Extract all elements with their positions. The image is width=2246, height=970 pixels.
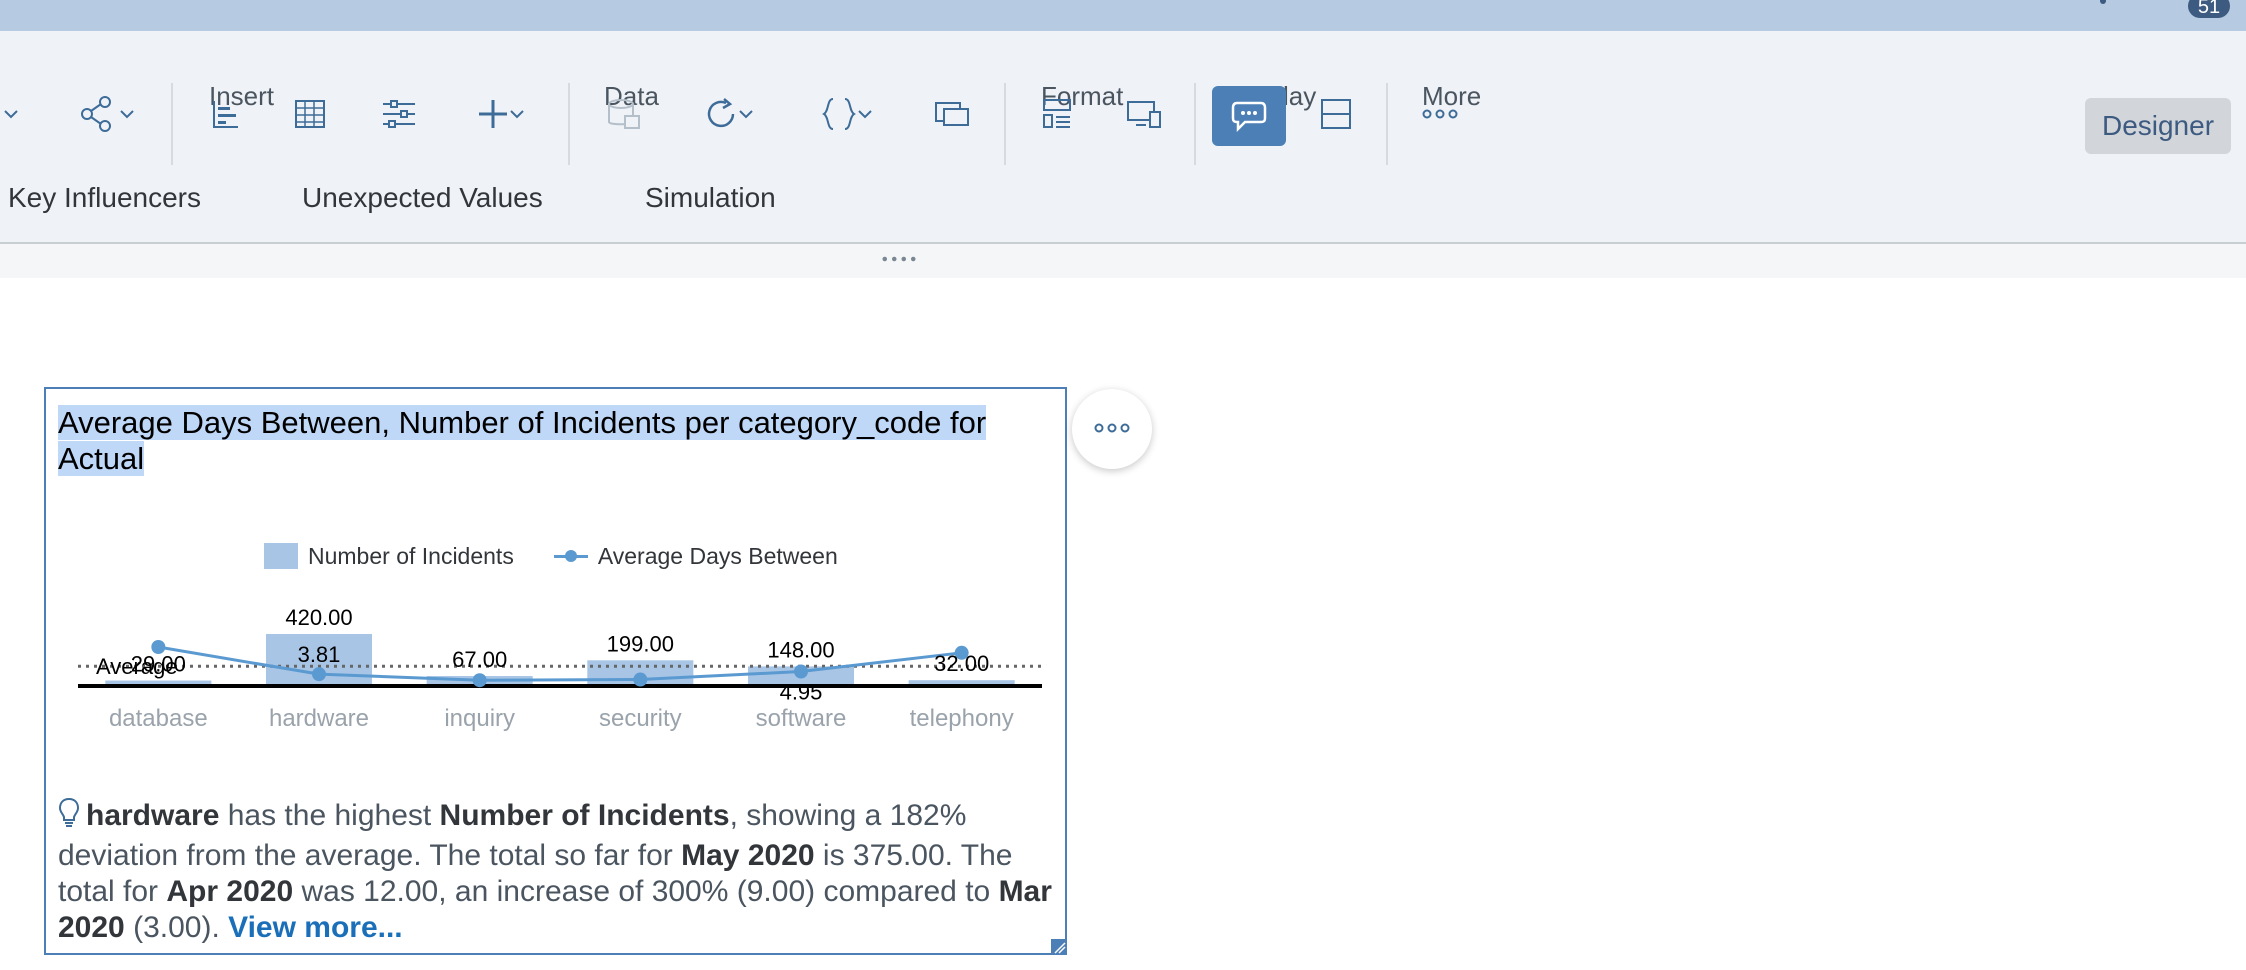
linked-analysis-button[interactable] xyxy=(932,79,972,149)
insert-chart-button[interactable] xyxy=(206,79,246,149)
legend-item-avg-days[interactable]: Average Days Between xyxy=(598,543,838,570)
smart-insight: hardware has the highest Number of Incid… xyxy=(58,797,1058,946)
line-value-label: 4.95 xyxy=(780,680,823,705)
insight-period: Apr 2020 xyxy=(166,875,294,908)
add-button[interactable] xyxy=(466,79,536,149)
bar-value-label: 199.00 xyxy=(607,631,674,656)
insert-table-button[interactable] xyxy=(290,79,330,149)
styling-button[interactable] xyxy=(1040,79,1074,149)
category-label: hardware xyxy=(269,705,369,732)
category-label: software xyxy=(756,705,847,732)
data-source-icon xyxy=(607,98,641,130)
formula-icon xyxy=(821,97,857,131)
insight-period: May 2020 xyxy=(681,839,815,872)
tab-key-influencers[interactable]: Key Influencers xyxy=(8,182,201,214)
more-button[interactable] xyxy=(1420,79,1460,149)
layout-button[interactable] xyxy=(1318,79,1354,149)
insight-subject: hardware xyxy=(86,799,220,832)
chevron-down-icon xyxy=(738,108,754,120)
chart-legend: Number of Incidents Average Days Between xyxy=(264,541,838,571)
chevron-down-icon xyxy=(119,108,135,120)
bar-value-label: 148.00 xyxy=(767,637,834,662)
legend-line-swatch xyxy=(553,543,588,569)
chevron-down-icon xyxy=(857,108,873,120)
line-value-label: 3.81 xyxy=(298,642,341,667)
refresh-icon xyxy=(704,97,738,131)
more-icon xyxy=(1422,109,1458,119)
line-point-hardware[interactable] xyxy=(312,667,326,682)
responsive-icon xyxy=(1126,99,1162,129)
insight-measure: Number of Incidents xyxy=(439,799,730,832)
drag-handle-icon[interactable] xyxy=(880,256,918,262)
share-icon xyxy=(79,96,119,132)
shell-indicator xyxy=(2100,0,2106,4)
bar-value-label: 32.00 xyxy=(934,651,989,676)
widget-more-button[interactable] xyxy=(1072,389,1152,469)
chart-widget[interactable]: Average Days Between, Number of Incident… xyxy=(44,387,1067,955)
view-more-link[interactable]: View more... xyxy=(228,911,403,944)
designer-button[interactable]: Designer xyxy=(2085,98,2231,154)
category-label: security xyxy=(599,705,682,732)
share-button[interactable] xyxy=(70,79,144,149)
separator xyxy=(1386,83,1388,165)
styling-icon xyxy=(1042,98,1072,130)
chevron-down-icon xyxy=(509,108,525,120)
comment-icon xyxy=(1231,100,1267,132)
table-icon xyxy=(294,99,326,129)
insight-text: has the highest xyxy=(219,799,440,832)
layout-icon xyxy=(1320,98,1352,130)
add-icon xyxy=(477,98,509,130)
legend-item-incidents[interactable]: Number of Incidents xyxy=(308,543,514,570)
separator xyxy=(568,83,570,165)
lightbulb-icon xyxy=(58,797,80,838)
refresh-button[interactable] xyxy=(694,79,764,149)
category-label: telephony xyxy=(910,705,1014,732)
bar-chart-icon xyxy=(211,99,241,129)
chart-title[interactable]: Average Days Between, Number of Incident… xyxy=(58,405,988,477)
formula-button[interactable] xyxy=(812,79,882,149)
bar-value-label: 420.00 xyxy=(285,605,352,630)
category-label: database xyxy=(109,705,208,732)
comment-button[interactable] xyxy=(1212,86,1286,146)
combo-chart: 29.00420.003.81 67.00199.00 148.004.9532.0… xyxy=(78,605,1042,732)
insert-input-control-button[interactable] xyxy=(378,79,420,149)
input-control-icon xyxy=(381,99,417,129)
toolbar: Insert Data Format Display More xyxy=(0,31,2246,242)
bar-telephony[interactable] xyxy=(908,680,1015,684)
line-point-security[interactable] xyxy=(633,672,648,687)
category-label: inquiry xyxy=(444,705,515,732)
legend-bar-swatch xyxy=(264,543,298,569)
insight-text: (3.00). xyxy=(124,911,229,944)
shell-bar: 51 xyxy=(0,0,2246,31)
insight-text: was 12.00, an increase of 300% (9.00) co… xyxy=(293,875,999,908)
chevron-down-icon[interactable] xyxy=(0,79,22,149)
separator xyxy=(1004,83,1006,165)
separator xyxy=(1194,83,1196,165)
linked-analysis-icon xyxy=(934,99,970,129)
bar-value-label: 67.00 xyxy=(452,647,507,672)
bar-database[interactable] xyxy=(105,680,212,684)
tab-simulation[interactable]: Simulation xyxy=(645,182,776,214)
notification-badge[interactable]: 51 xyxy=(2188,0,2230,18)
line-point-software[interactable] xyxy=(794,664,808,679)
line-point-inquiry[interactable] xyxy=(472,673,487,688)
resize-handle-icon[interactable] xyxy=(1047,935,1067,955)
panel-splitter[interactable] xyxy=(0,244,2246,278)
tab-unexpected-values[interactable]: Unexpected Values xyxy=(302,182,543,214)
responsive-button[interactable] xyxy=(1124,79,1164,149)
more-icon xyxy=(1094,420,1130,438)
average-label: Average xyxy=(96,654,178,679)
data-source-button xyxy=(604,79,644,149)
separator xyxy=(171,83,173,165)
